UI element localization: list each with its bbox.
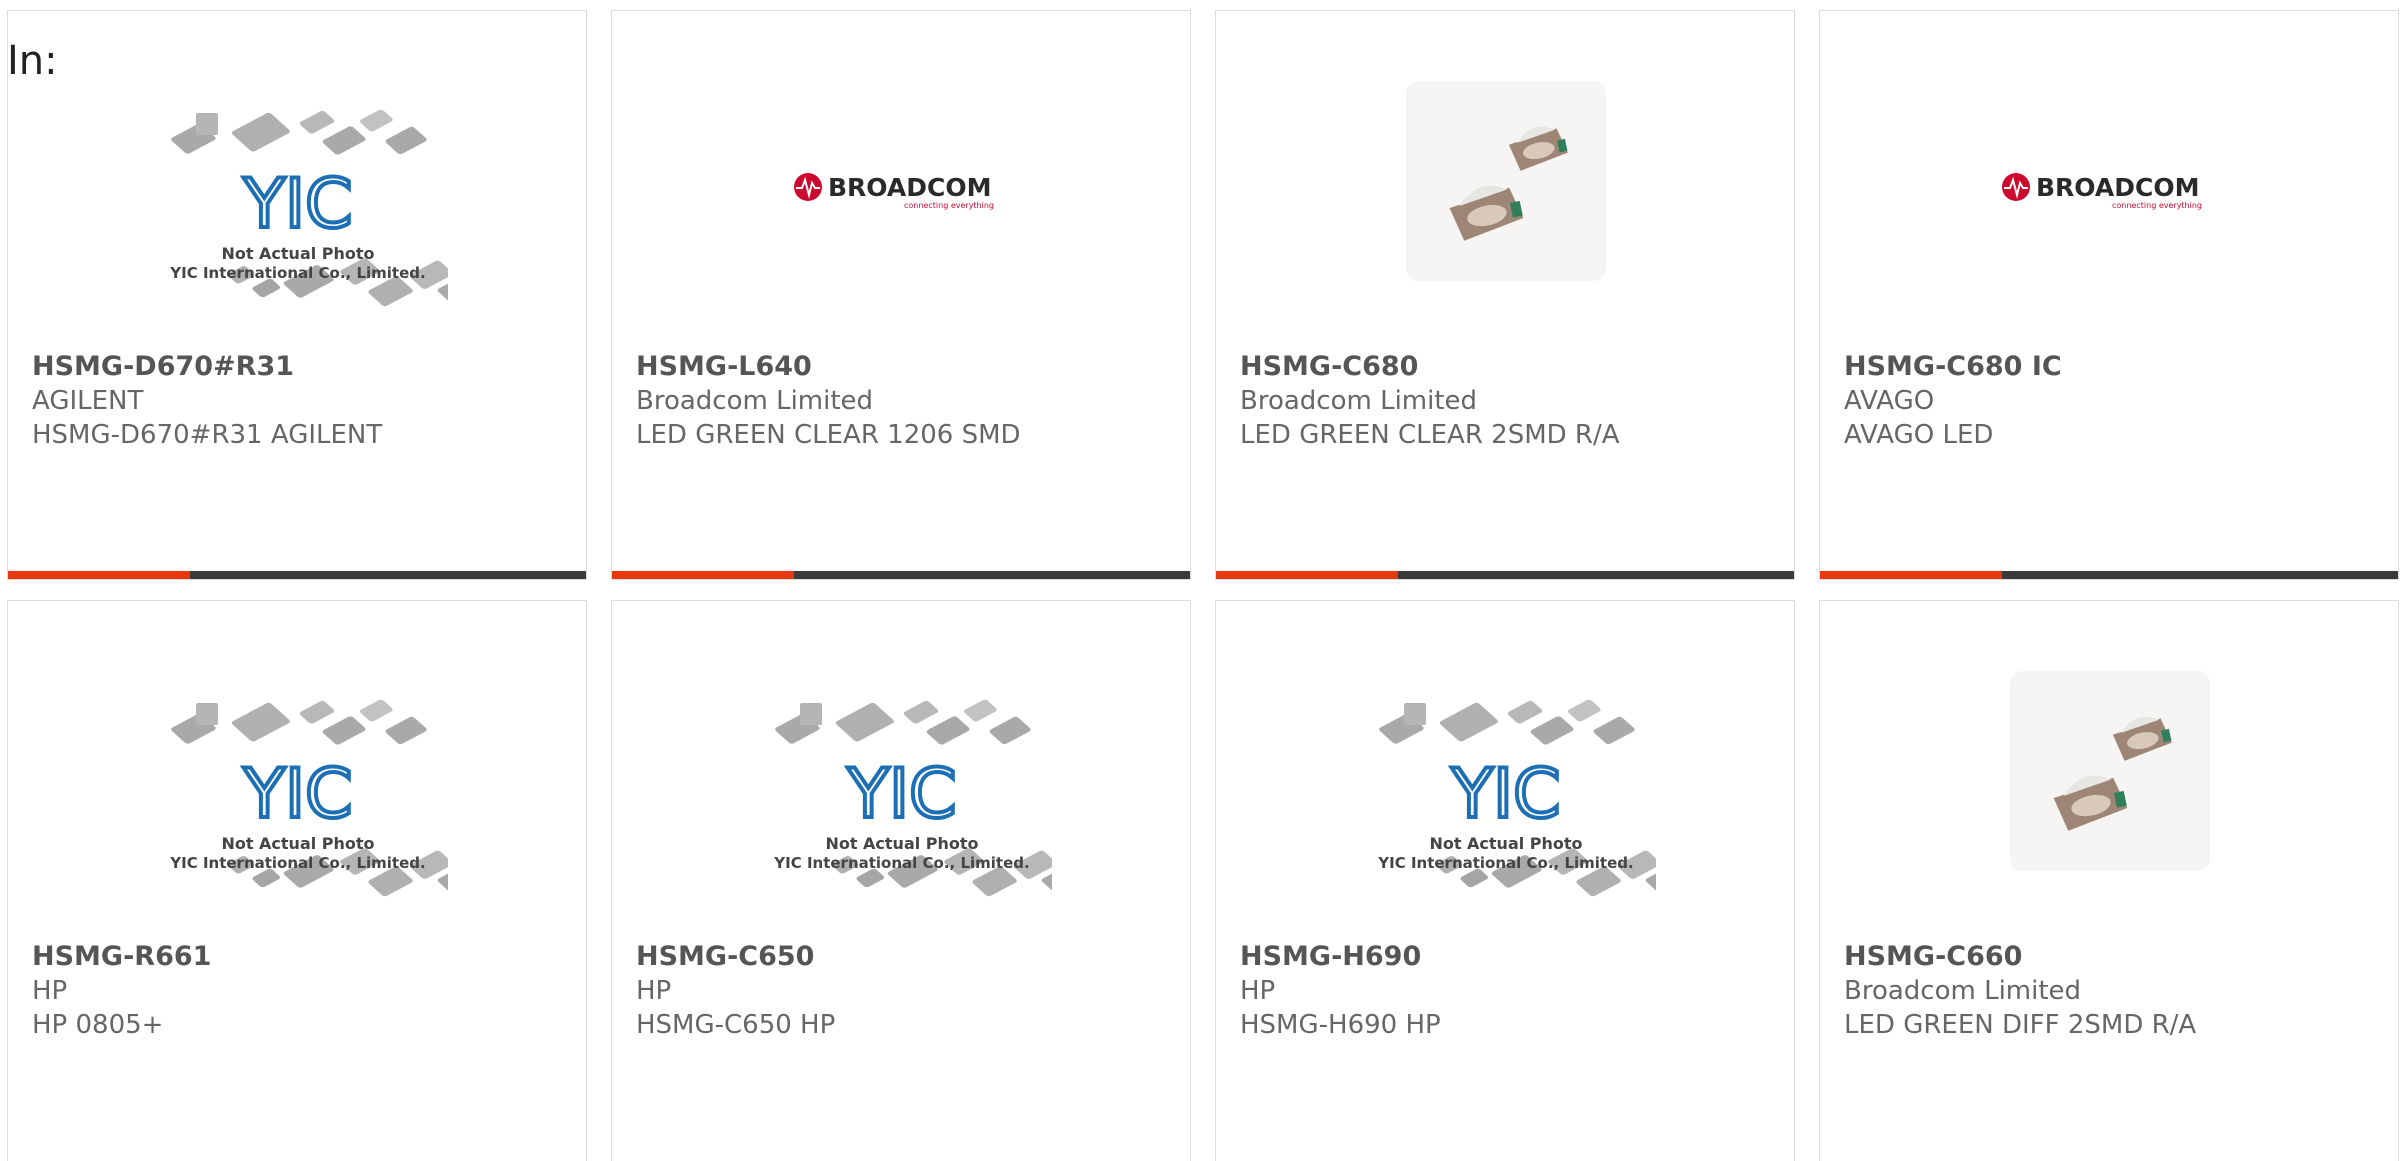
not-actual-photo-text: Not Actual Photo xyxy=(825,834,978,853)
card-bottom-bar xyxy=(8,571,586,579)
yic-placeholder-image: YICNot Actual PhotoYIC International Co.… xyxy=(169,699,448,897)
card-accent-bar xyxy=(1216,571,1398,579)
product-description: HSMG-C650 HP xyxy=(636,1010,836,1040)
product-card[interactable]: YIC Not Actual Photo YIC International Co.… xyxy=(7,10,587,580)
product-manufacturer: Broadcom Limited xyxy=(636,386,874,416)
product-image[interactable]: BROADCOM connecting everything xyxy=(612,11,1190,351)
product-manufacturer: Broadcom Limited xyxy=(1844,976,2082,1006)
product-description: AVAGO LED xyxy=(1844,420,1994,450)
in-filter-label: In: xyxy=(7,38,58,84)
product-card[interactable]: BROADCOM connecting everything HSMG-C680 I… xyxy=(1819,10,2399,580)
product-image[interactable]: BROADCOM connecting everything xyxy=(1820,11,2398,351)
card-accent-bar xyxy=(612,571,794,579)
product-card[interactable]: BROADCOM connecting everything HSMG-L640 Br… xyxy=(611,10,1191,580)
yic-placeholder-image: YICNot Actual PhotoYIC International Co.… xyxy=(773,699,1052,897)
product-description: LED GREEN DIFF 2SMD R/A xyxy=(1844,1010,2197,1040)
product-description: HP 0805+ xyxy=(32,1010,164,1040)
card-accent-bar xyxy=(8,571,190,579)
not-actual-photo-text: Not Actual Photo xyxy=(1429,834,1582,853)
broadcom-tagline: connecting everything xyxy=(2112,201,2202,210)
led-photo-image xyxy=(2010,671,2210,871)
product-part-number[interactable]: HSMG-C650 xyxy=(636,941,814,972)
card-bottom-bar xyxy=(612,571,1190,579)
product-part-number[interactable]: HSMG-D670#R31 xyxy=(32,351,294,382)
led-photo-image xyxy=(1406,81,1606,281)
company-name-text: YIC International Co., Limited. xyxy=(1377,854,1633,872)
not-actual-photo-text: Not Actual Photo xyxy=(221,834,374,853)
product-description: HSMG-D670#R31 AGILENT xyxy=(32,420,383,450)
product-image[interactable] xyxy=(1820,601,2398,941)
card-bottom-bar xyxy=(1820,571,2398,579)
product-description: HSMG-H690 HP xyxy=(1240,1010,1441,1040)
product-part-number[interactable]: HSMG-C680 xyxy=(1240,351,1418,382)
product-part-number[interactable]: HSMG-R661 xyxy=(32,941,211,972)
not-actual-photo-text: Not Actual Photo xyxy=(221,244,374,263)
product-image[interactable]: YIC Not Actual Photo YIC International Co.… xyxy=(8,601,586,941)
product-manufacturer: HP xyxy=(636,976,672,1006)
product-manufacturer: HP xyxy=(1240,976,1276,1006)
yic-logo: YIC xyxy=(242,165,352,244)
product-image[interactable]: YIC Not Actual Photo YIC International Co.… xyxy=(1216,601,1794,941)
card-accent-bar xyxy=(1820,571,2002,579)
product-card[interactable]: YIC Not Actual Photo YIC International Co.… xyxy=(1215,600,1795,1161)
yic-logo: YIC xyxy=(242,755,352,834)
yic-logo: YIC xyxy=(846,755,956,834)
yic-placeholder-image: YICNot Actual PhotoYIC International Co.… xyxy=(1377,699,1656,897)
product-image[interactable]: YIC Not Actual Photo YIC International Co.… xyxy=(612,601,1190,941)
card-bottom-bar xyxy=(1216,571,1794,579)
broadcom-wordmark: BROADCOM xyxy=(2036,173,2199,202)
product-description: LED GREEN CLEAR 1206 SMD xyxy=(636,420,1021,450)
broadcom-logo: BROADCOMconnecting everything xyxy=(794,173,994,210)
product-manufacturer: AVAGO xyxy=(1844,386,1935,416)
product-image[interactable] xyxy=(1216,11,1794,351)
company-name-text: YIC International Co., Limited. xyxy=(773,854,1029,872)
product-manufacturer: HP xyxy=(32,976,68,1006)
product-part-number[interactable]: HSMG-L640 xyxy=(636,351,812,382)
yic-placeholder-image: YICNot Actual PhotoYIC International Co.… xyxy=(169,109,448,307)
product-image[interactable]: YIC Not Actual Photo YIC International Co.… xyxy=(8,11,586,351)
product-description: LED GREEN CLEAR 2SMD R/A xyxy=(1240,420,1620,450)
product-card[interactable]: HSMG-C680 Broadcom Limited LED GREEN CLEAR… xyxy=(1215,10,1795,580)
product-manufacturer: AGILENT xyxy=(32,386,144,416)
product-card[interactable]: YIC Not Actual Photo YIC International Co.… xyxy=(7,600,587,1161)
product-manufacturer: Broadcom Limited xyxy=(1240,386,1478,416)
product-part-number[interactable]: HSMG-C680 IC xyxy=(1844,351,2062,382)
broadcom-wordmark: BROADCOM xyxy=(828,173,991,202)
broadcom-tagline: connecting everything xyxy=(904,201,994,210)
product-card[interactable]: YIC Not Actual Photo YIC International Co.… xyxy=(611,600,1191,1161)
company-name-text: YIC International Co., Limited. xyxy=(169,264,425,282)
company-name-text: YIC International Co., Limited. xyxy=(169,854,425,872)
product-part-number[interactable]: HSMG-C660 xyxy=(1844,941,2022,972)
yic-logo: YIC xyxy=(1450,755,1560,834)
product-part-number[interactable]: HSMG-H690 xyxy=(1240,941,1421,972)
product-card[interactable]: HSMG-C660 Broadcom Limited LED GREEN DIFF … xyxy=(1819,600,2399,1161)
product-results-page: In: YIC Not Actual Photo YIC International… xyxy=(0,0,2400,1161)
broadcom-logo: BROADCOMconnecting everything xyxy=(2002,173,2202,210)
